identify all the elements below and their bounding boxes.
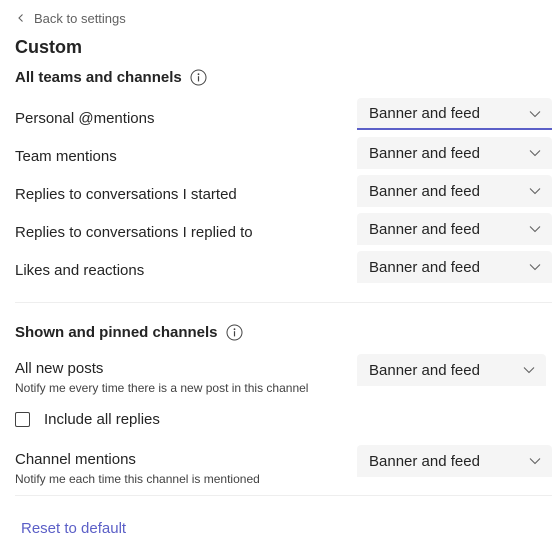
dropdown-value: Banner and feed xyxy=(369,182,480,200)
section-title-label: All teams and channels xyxy=(15,68,182,86)
info-icon[interactable] xyxy=(226,324,243,341)
dropdown-value: Banner and feed xyxy=(369,361,480,379)
all-new-posts-description: Notify me every time there is a new post… xyxy=(15,381,309,395)
likes-reactions-label: Likes and reactions xyxy=(15,262,145,279)
section-divider xyxy=(15,495,552,496)
channel-mentions-dropdown[interactable]: Banner and feed xyxy=(357,445,552,477)
chevron-down-icon xyxy=(529,264,541,271)
dropdown-value: Banner and feed xyxy=(369,104,480,122)
dropdown-value: Banner and feed xyxy=(369,144,480,162)
channel-mentions-label: Channel mentions xyxy=(15,451,136,468)
chevron-down-icon xyxy=(529,226,541,233)
section-title-all-teams: All teams and channels xyxy=(15,67,207,87)
replies-started-dropdown[interactable]: Banner and feed xyxy=(357,175,552,207)
dropdown-value: Banner and feed xyxy=(369,258,480,276)
reset-to-default-link[interactable]: Reset to default xyxy=(21,520,126,538)
personal-mentions-dropdown[interactable]: Banner and feed xyxy=(357,98,552,130)
team-mentions-dropdown[interactable]: Banner and feed xyxy=(357,137,552,169)
replies-replied-dropdown[interactable]: Banner and feed xyxy=(357,213,552,245)
back-link-label: Back to settings xyxy=(34,10,126,26)
dropdown-value: Banner and feed xyxy=(369,452,480,470)
page-title: Custom xyxy=(15,37,82,57)
personal-mentions-label: Personal @mentions xyxy=(15,110,155,127)
team-mentions-label: Team mentions xyxy=(15,148,117,165)
replies-started-label: Replies to conversations I started xyxy=(15,186,237,203)
checkbox-box[interactable] xyxy=(15,411,30,427)
all-new-posts-label: All new posts xyxy=(15,360,104,377)
dropdown-value: Banner and feed xyxy=(369,220,480,238)
replies-replied-label: Replies to conversations I replied to xyxy=(15,224,253,241)
section-title-label: Shown and pinned channels xyxy=(15,323,218,341)
section-divider xyxy=(15,302,552,303)
all-new-posts-dropdown[interactable]: Banner and feed xyxy=(357,354,546,386)
chevron-left-icon xyxy=(18,14,23,22)
chevron-down-icon xyxy=(523,367,535,374)
back-to-settings-link[interactable]: Back to settings xyxy=(15,9,126,27)
checkbox-label: Include all replies xyxy=(44,410,160,428)
chevron-down-icon xyxy=(529,150,541,157)
section-title-shown-pinned: Shown and pinned channels xyxy=(15,322,243,342)
channel-mentions-description: Notify me each time this channel is ment… xyxy=(15,472,260,486)
likes-reactions-dropdown[interactable]: Banner and feed xyxy=(357,251,552,283)
include-all-replies-checkbox[interactable]: Include all replies xyxy=(15,410,160,428)
chevron-down-icon xyxy=(529,111,541,118)
info-icon[interactable] xyxy=(190,69,207,86)
chevron-down-icon xyxy=(529,188,541,195)
chevron-down-icon xyxy=(529,458,541,465)
